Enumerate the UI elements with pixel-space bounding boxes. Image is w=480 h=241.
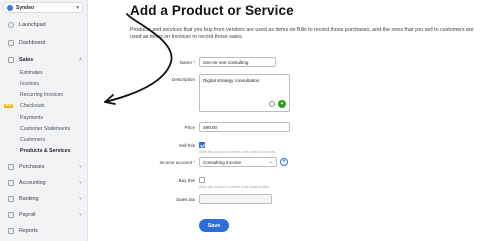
- payroll-icon: [8, 212, 14, 218]
- sidebar-item-banking[interactable]: Banking ˅: [0, 194, 88, 204]
- company-logo-icon: [7, 4, 13, 11]
- rocket-icon: [8, 22, 14, 28]
- page-title: Add a Product or Service: [130, 3, 294, 18]
- dashboard-icon: [8, 40, 14, 46]
- save-button[interactable]: Save: [199, 219, 229, 232]
- income-account-label: Income account *: [159, 160, 195, 165]
- sidebar-item-label: Banking: [19, 196, 39, 202]
- description-label: Description: [172, 77, 195, 82]
- sell-this-label: Sell this: [178, 143, 195, 148]
- chevron-down-icon: ˅: [79, 196, 82, 202]
- chevron-down-icon: ˅: [79, 212, 82, 218]
- sales-tax-label: Sales tax: [176, 197, 195, 202]
- price-field[interactable]: 499.00: [199, 122, 290, 132]
- sidebar-item-label: Launchpad: [19, 22, 46, 28]
- chevron-up-icon: ˄: [79, 57, 82, 63]
- reports-icon: [8, 228, 14, 234]
- sales-tax-select[interactable]: [199, 194, 272, 204]
- sidebar-item-label: Payroll: [19, 212, 36, 218]
- description-field[interactable]: Digital strategy consultation i ✦: [199, 74, 290, 112]
- sell-this-checkbox[interactable]: [199, 142, 205, 148]
- buy-this-hint: Allow this product or service to be adde…: [199, 185, 270, 189]
- sidebar-item-reports[interactable]: Reports: [0, 226, 88, 236]
- page-description: Products and services that you buy from …: [130, 27, 474, 41]
- buy-this-checkbox[interactable]: [199, 177, 205, 183]
- sidebar-item-sales[interactable]: Sales ˄: [0, 55, 88, 65]
- sidebar: Syndeo ▾ Launchpad Dashboard Sales ˄ Est…: [0, 0, 88, 241]
- info-icon[interactable]: i: [269, 101, 275, 107]
- sidebar-subitem-customers[interactable]: Customers: [0, 135, 88, 144]
- sidebar-item-label: Reports: [19, 228, 38, 234]
- sidebar-item-label: Dashboard: [19, 40, 46, 46]
- sidebar-subitem-customer-statements[interactable]: Customer Statements: [0, 124, 88, 133]
- sidebar-subitem-checkouts[interactable]: NEW Checkouts: [0, 101, 88, 110]
- new-badge: NEW: [4, 103, 13, 108]
- sidebar-subitem-estimates[interactable]: Estimates: [0, 68, 88, 77]
- sidebar-item-launchpad[interactable]: Launchpad: [0, 20, 88, 30]
- price-label: Price: [184, 125, 195, 130]
- business-switcher[interactable]: Syndeo ▾: [3, 2, 83, 13]
- ai-assist-icon[interactable]: ✦: [278, 100, 286, 108]
- sidebar-item-purchases[interactable]: Purchases ˅: [0, 162, 88, 172]
- sidebar-subitem-payments[interactable]: Payments: [0, 113, 88, 122]
- buy-this-label: Buy this: [178, 178, 195, 183]
- sidebar-item-label: Sales: [19, 57, 34, 63]
- name-label: Name *: [179, 60, 195, 65]
- company-name: Syndeo: [16, 4, 35, 11]
- chevron-down-icon: ⌄: [268, 159, 273, 165]
- add-account-icon[interactable]: +: [280, 158, 288, 166]
- sales-icon: [8, 57, 14, 63]
- main-content: Add a Product or Service Products and se…: [89, 0, 480, 241]
- sell-this-hint: Allow this product or service to be adde…: [199, 150, 276, 154]
- purchases-icon: [8, 164, 14, 170]
- chevron-down-icon: ˅: [79, 180, 82, 186]
- sidebar-subitem-recurring-invoices[interactable]: Recurring Invoices: [0, 90, 88, 99]
- chevron-down-icon: ˅: [79, 164, 82, 170]
- name-field[interactable]: one-on-one consulting: [199, 57, 276, 67]
- sidebar-subitem-products-services[interactable]: Products & Services: [0, 146, 88, 155]
- sidebar-item-label: Purchases: [19, 164, 45, 170]
- sidebar-item-payroll[interactable]: Payroll ˅: [0, 210, 88, 220]
- sidebar-item-dashboard[interactable]: Dashboard: [0, 38, 88, 48]
- chevron-down-icon: ▾: [76, 4, 79, 11]
- bank-icon: [8, 196, 14, 202]
- sidebar-item-label: Accounting: [19, 180, 46, 186]
- income-account-select[interactable]: Consulting Income ⌄: [199, 157, 277, 167]
- sidebar-subitem-invoices[interactable]: Invoices: [0, 79, 88, 88]
- sidebar-item-accounting[interactable]: Accounting ˅: [0, 178, 88, 188]
- accounting-icon: [8, 180, 14, 186]
